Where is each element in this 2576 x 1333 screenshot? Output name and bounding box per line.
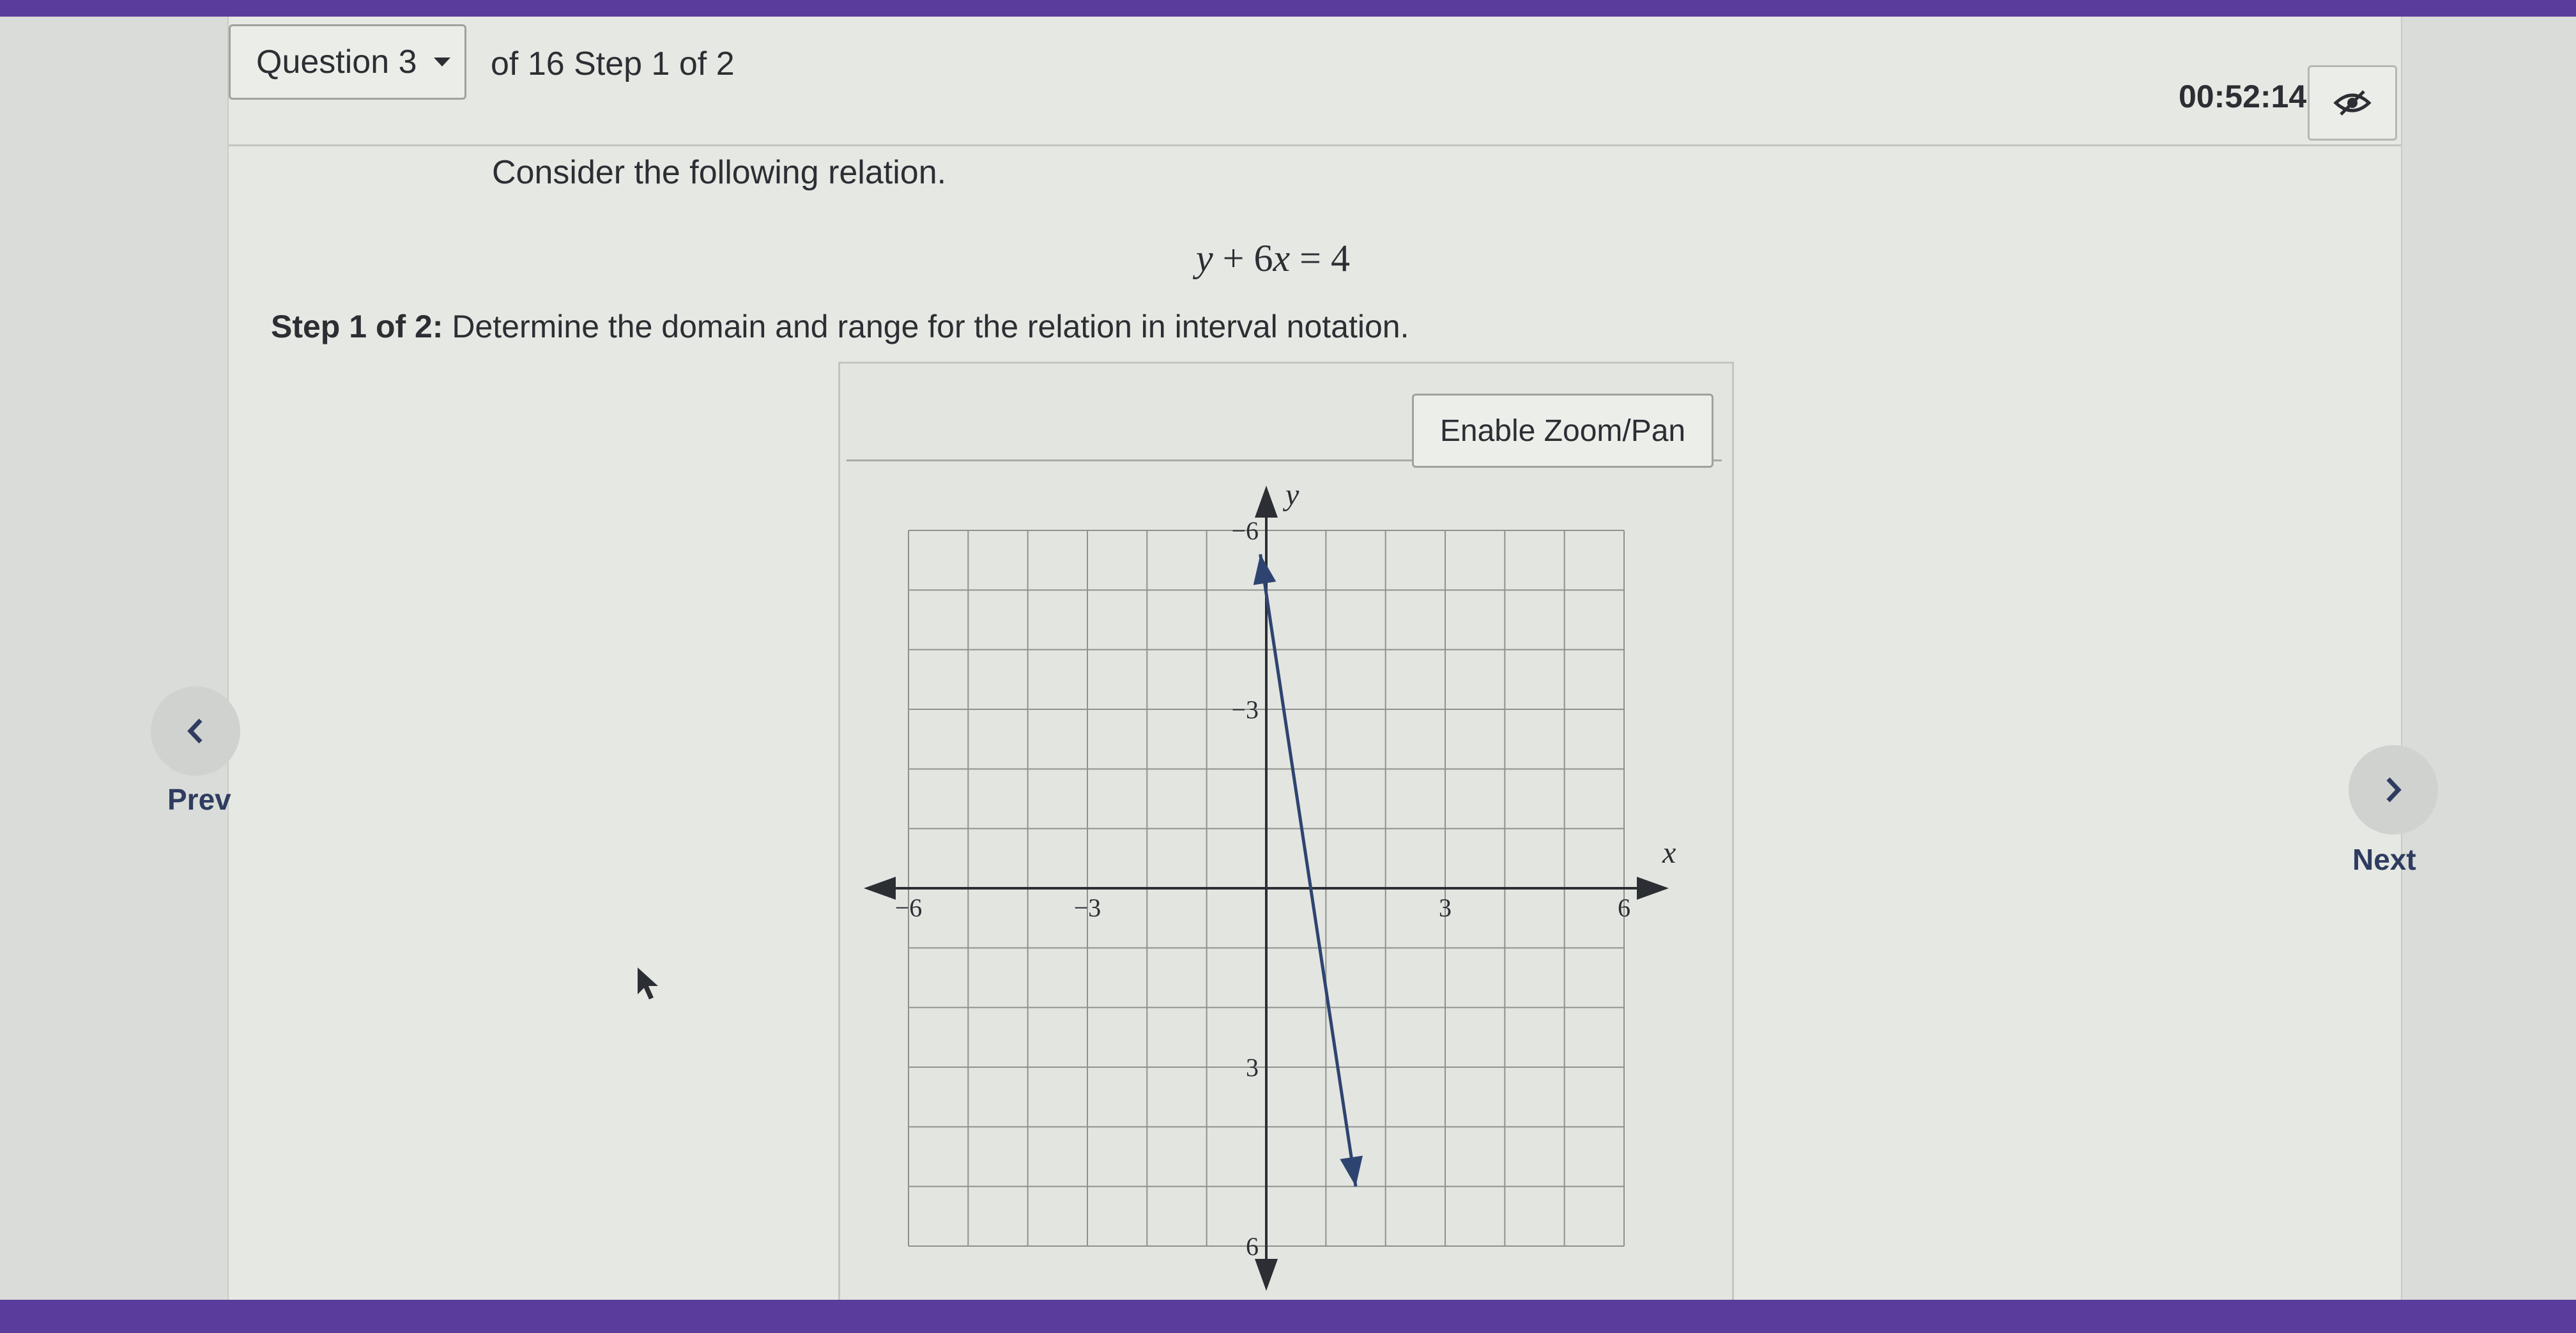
top-brand-bar bbox=[0, 0, 2576, 17]
x-tick-label: −6 bbox=[895, 893, 923, 922]
x-axis-right-arrow bbox=[1637, 877, 1669, 900]
timer-visibility-toggle[interactable] bbox=[2308, 65, 2397, 141]
chevron-left-icon bbox=[187, 718, 203, 744]
prev-button[interactable] bbox=[151, 686, 240, 776]
enable-zoom-pan-button[interactable]: Enable Zoom/Pan bbox=[1412, 394, 1713, 468]
step-text: Determine the domain and range for the r… bbox=[443, 309, 1409, 344]
progress-text: of 16 Step 1 of 2 bbox=[491, 45, 735, 82]
x-tick-label: 6 bbox=[1618, 893, 1630, 922]
x-tick-label: −3 bbox=[1074, 893, 1101, 922]
question-header: Question 3 of 16 Step 1 of 2 bbox=[229, 17, 2401, 146]
question-prompt: Consider the following relation. bbox=[492, 154, 947, 191]
y-tick-label: 3 bbox=[1246, 1053, 1259, 1082]
step-instruction: Step 1 of 2: Determine the domain and ra… bbox=[271, 308, 1409, 345]
x-tick-label: 3 bbox=[1439, 893, 1452, 922]
step-label: Step 1 of 2: bbox=[271, 309, 443, 344]
relation-line-start-arrow bbox=[1253, 554, 1276, 585]
question-select-label: Question 3 bbox=[256, 43, 417, 81]
equation-y: y bbox=[1196, 237, 1213, 279]
y-tick-label: 6 bbox=[1246, 1232, 1259, 1261]
x-axis-left-arrow bbox=[864, 877, 896, 900]
mouse-cursor-icon bbox=[638, 967, 658, 999]
coordinate-graph[interactable]: xy −6 −3 3 663−3−6 bbox=[864, 486, 1707, 1291]
equation-x: x bbox=[1273, 237, 1291, 279]
prev-label[interactable]: Prev bbox=[167, 782, 231, 817]
equation-op: + 6 bbox=[1213, 237, 1273, 279]
eye-slash-icon bbox=[2333, 90, 2372, 116]
y-axis-bottom-arrow bbox=[1255, 1259, 1278, 1291]
relation-equation: y + 6x = 4 bbox=[1196, 236, 1350, 281]
y-axis-top-arrow bbox=[1255, 486, 1278, 518]
y-tick-label: −3 bbox=[1231, 695, 1259, 724]
chevron-right-icon bbox=[2386, 777, 2402, 803]
next-label[interactable]: Next bbox=[2352, 842, 2416, 877]
question-select[interactable]: Question 3 bbox=[229, 24, 466, 100]
y-axis-label: y bbox=[1282, 486, 1300, 512]
timer: 00:52:14 bbox=[2179, 79, 2307, 114]
graph-axes: xy bbox=[864, 486, 1676, 1291]
relation-line-end-arrow bbox=[1340, 1155, 1363, 1187]
y-tick-label: −6 bbox=[1231, 516, 1259, 545]
x-axis-label: x bbox=[1662, 836, 1676, 870]
next-button[interactable] bbox=[2349, 745, 2438, 835]
equation-rhs: = 4 bbox=[1290, 237, 1350, 279]
caret-down-icon bbox=[433, 58, 450, 66]
bottom-brand-bar bbox=[0, 1300, 2576, 1333]
